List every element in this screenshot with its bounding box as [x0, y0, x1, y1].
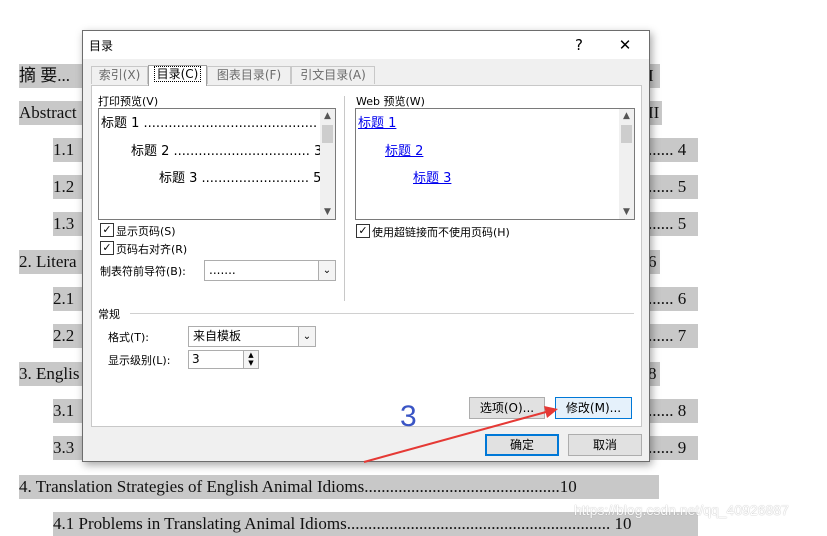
arrow-head	[544, 406, 558, 418]
tab-label: 目录(C)	[153, 66, 202, 82]
tab-toc[interactable]: 目录(C)	[148, 65, 207, 86]
annotation-arrow	[363, 406, 558, 463]
arrow-line	[363, 411, 547, 463]
